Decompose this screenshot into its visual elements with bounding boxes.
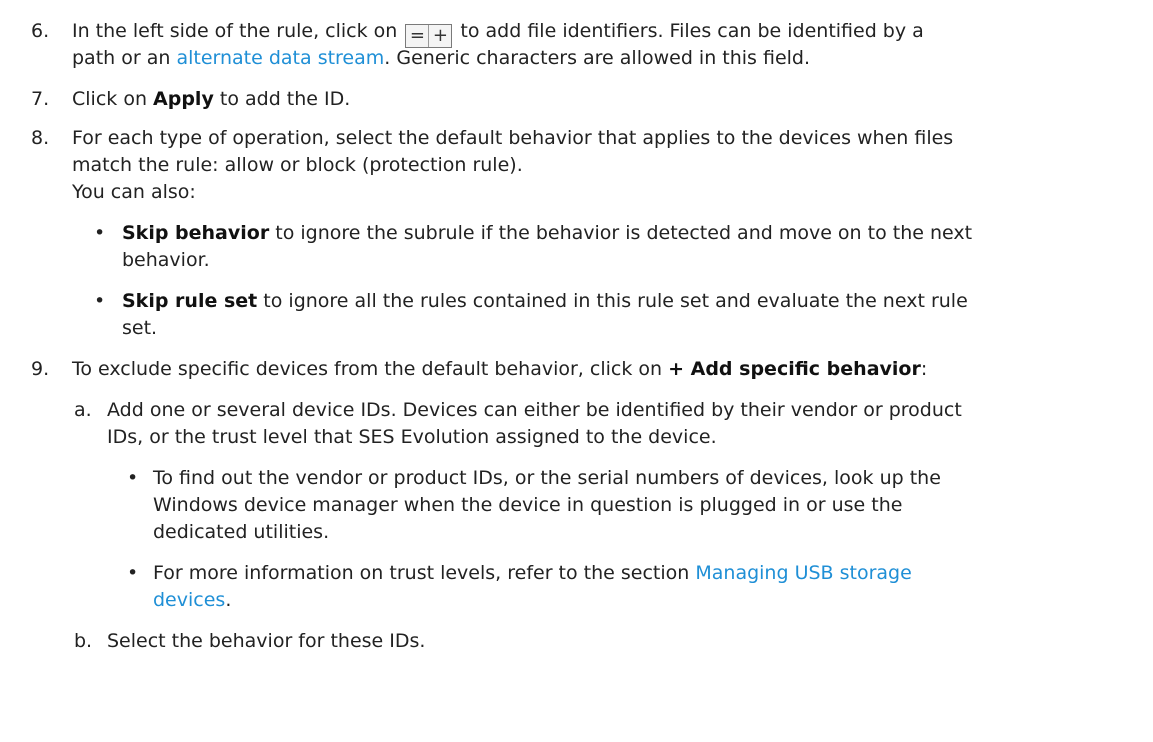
step-9-number: 9. [31, 358, 50, 380]
substep-a-letter: a. [74, 399, 92, 421]
step-8-line-1: For each type of operation, select the d… [72, 127, 954, 149]
plus-icon: + [428, 25, 451, 47]
step-6-number: 6. [31, 20, 50, 42]
step-6-line2-pre: path or an [72, 47, 171, 69]
skip-behavior-line-1: Skip behavior to ignore the subrule if t… [122, 220, 972, 247]
vendor-ids-line-2: Windows device manager when the device i… [153, 494, 903, 516]
step-6-line-2: path or an alternate data stream. Generi… [72, 45, 810, 72]
skip-behavior-text: to ignore the subrule if the behavior is… [275, 222, 973, 244]
step-7-line: Click on Apply to add the ID. [72, 86, 350, 113]
step-7-post: to add the ID. [219, 88, 351, 110]
step-8-line-2: match the rule: allow or block (protecti… [72, 154, 523, 176]
step-7-number: 7. [31, 88, 50, 110]
bullet-icon: • [127, 562, 139, 584]
alternate-data-stream-link[interactable]: alternate data stream [176, 47, 384, 69]
step-6-text-pre: In the left side of the rule, click on [72, 20, 398, 42]
step-8-number: 8. [31, 127, 50, 149]
step-9-line: To exclude specific devices from the def… [72, 356, 927, 383]
step-7-pre: Click on [72, 88, 147, 110]
bullet-icon: • [94, 222, 106, 244]
step-9-pre: To exclude specific devices from the def… [72, 358, 663, 380]
bullet-icon: • [127, 467, 139, 489]
managing-usb-storage-link-cont[interactable]: devices [153, 589, 225, 611]
trust-levels-post: . [225, 589, 232, 611]
step-8-line-3: You can also: [72, 181, 196, 203]
trust-levels-pre: For more information on trust levels, re… [153, 562, 690, 584]
skip-rule-set-label: Skip rule set [122, 290, 258, 312]
step-6-text-post: to add file identifiers. Files can be id… [460, 20, 924, 42]
skip-rule-set-line-1: Skip rule set to ignore all the rules co… [122, 288, 968, 315]
substep-a-line-1: Add one or several device IDs. Devices c… [107, 399, 962, 421]
trust-levels-line-2: devices. [153, 587, 231, 614]
skip-rule-set-line-2: set. [122, 317, 158, 339]
skip-behavior-line-2: behavior. [122, 249, 210, 271]
step-9-post: : [920, 358, 928, 380]
step-6-line-1: In the left side of the rule, click on =… [72, 18, 924, 48]
step-6-line2-post: . Generic characters are allowed in this… [384, 47, 811, 69]
vendor-ids-line-1: To find out the vendor or product IDs, o… [153, 467, 941, 489]
substep-a-line-2: IDs, or the trust level that SES Evoluti… [107, 426, 717, 448]
substep-b-line: Select the behavior for these IDs. [107, 630, 426, 652]
substep-b-letter: b. [74, 630, 93, 652]
add-specific-behavior-label: + Add specific behavior [668, 358, 921, 380]
document-page: 6. In the left side of the rule, click o… [0, 0, 1153, 742]
managing-usb-storage-link[interactable]: Managing USB storage [695, 562, 911, 584]
vendor-ids-line-3: dedicated utilities. [153, 521, 330, 543]
bullet-icon: • [94, 290, 106, 312]
skip-rule-set-text: to ignore all the rules contained in thi… [263, 290, 968, 312]
trust-levels-line-1: For more information on trust levels, re… [153, 560, 912, 587]
apply-label: Apply [153, 88, 214, 110]
skip-behavior-label: Skip behavior [122, 222, 270, 244]
equals-icon: = [409, 25, 425, 46]
